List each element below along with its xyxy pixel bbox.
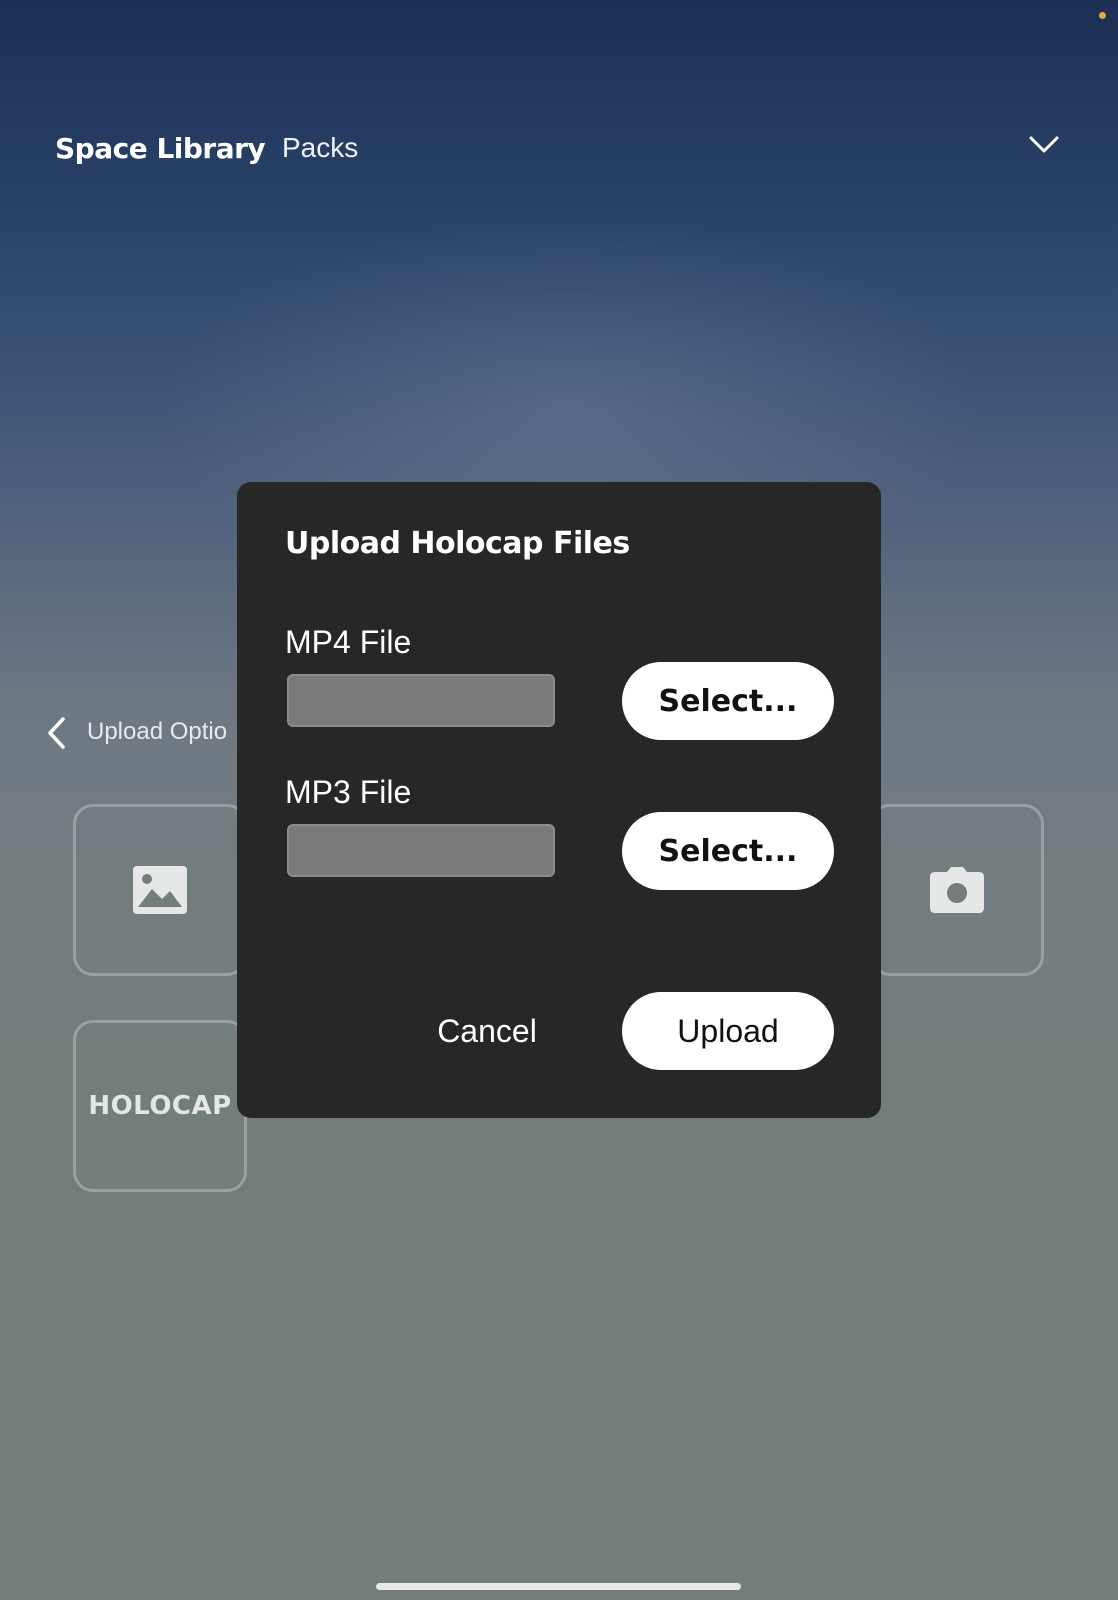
select-mp3-button[interactable]: Select...: [622, 812, 834, 890]
back-to-upload-options[interactable]: Upload Optio: [44, 714, 244, 750]
mp3-file-field[interactable]: [287, 824, 555, 877]
camera-icon: [930, 867, 984, 913]
upload-holocap-dialog: Upload Holocap Files MP4 File Select... …: [237, 482, 881, 1118]
select-mp4-button[interactable]: Select...: [622, 662, 834, 740]
home-indicator[interactable]: [376, 1583, 741, 1590]
back-label: Upload Optio: [87, 718, 228, 745]
holocap-logo-text: HOLOCAP: [88, 1091, 232, 1121]
cancel-button[interactable]: Cancel: [427, 992, 547, 1070]
upload-photo-tile[interactable]: [73, 804, 247, 976]
status-indicator-dot: [1099, 12, 1106, 19]
upload-camera-tile[interactable]: [870, 804, 1044, 976]
chevron-left-icon[interactable]: [44, 716, 68, 750]
chevron-down-icon[interactable]: [1028, 132, 1060, 156]
mp3-file-label: MP3 File: [285, 774, 412, 810]
mp4-file-label: MP4 File: [285, 624, 412, 660]
nav-title-space-library[interactable]: Space Library: [55, 132, 266, 165]
top-navigation: Space Library Packs: [55, 126, 1118, 166]
mp4-file-field[interactable]: [287, 674, 555, 727]
upload-holocap-tile[interactable]: HOLOCAP: [73, 1020, 247, 1192]
upload-button[interactable]: Upload: [622, 992, 834, 1070]
image-icon: [133, 866, 187, 914]
dialog-title: Upload Holocap Files: [285, 526, 630, 561]
nav-tab-packs[interactable]: Packs: [282, 132, 358, 164]
